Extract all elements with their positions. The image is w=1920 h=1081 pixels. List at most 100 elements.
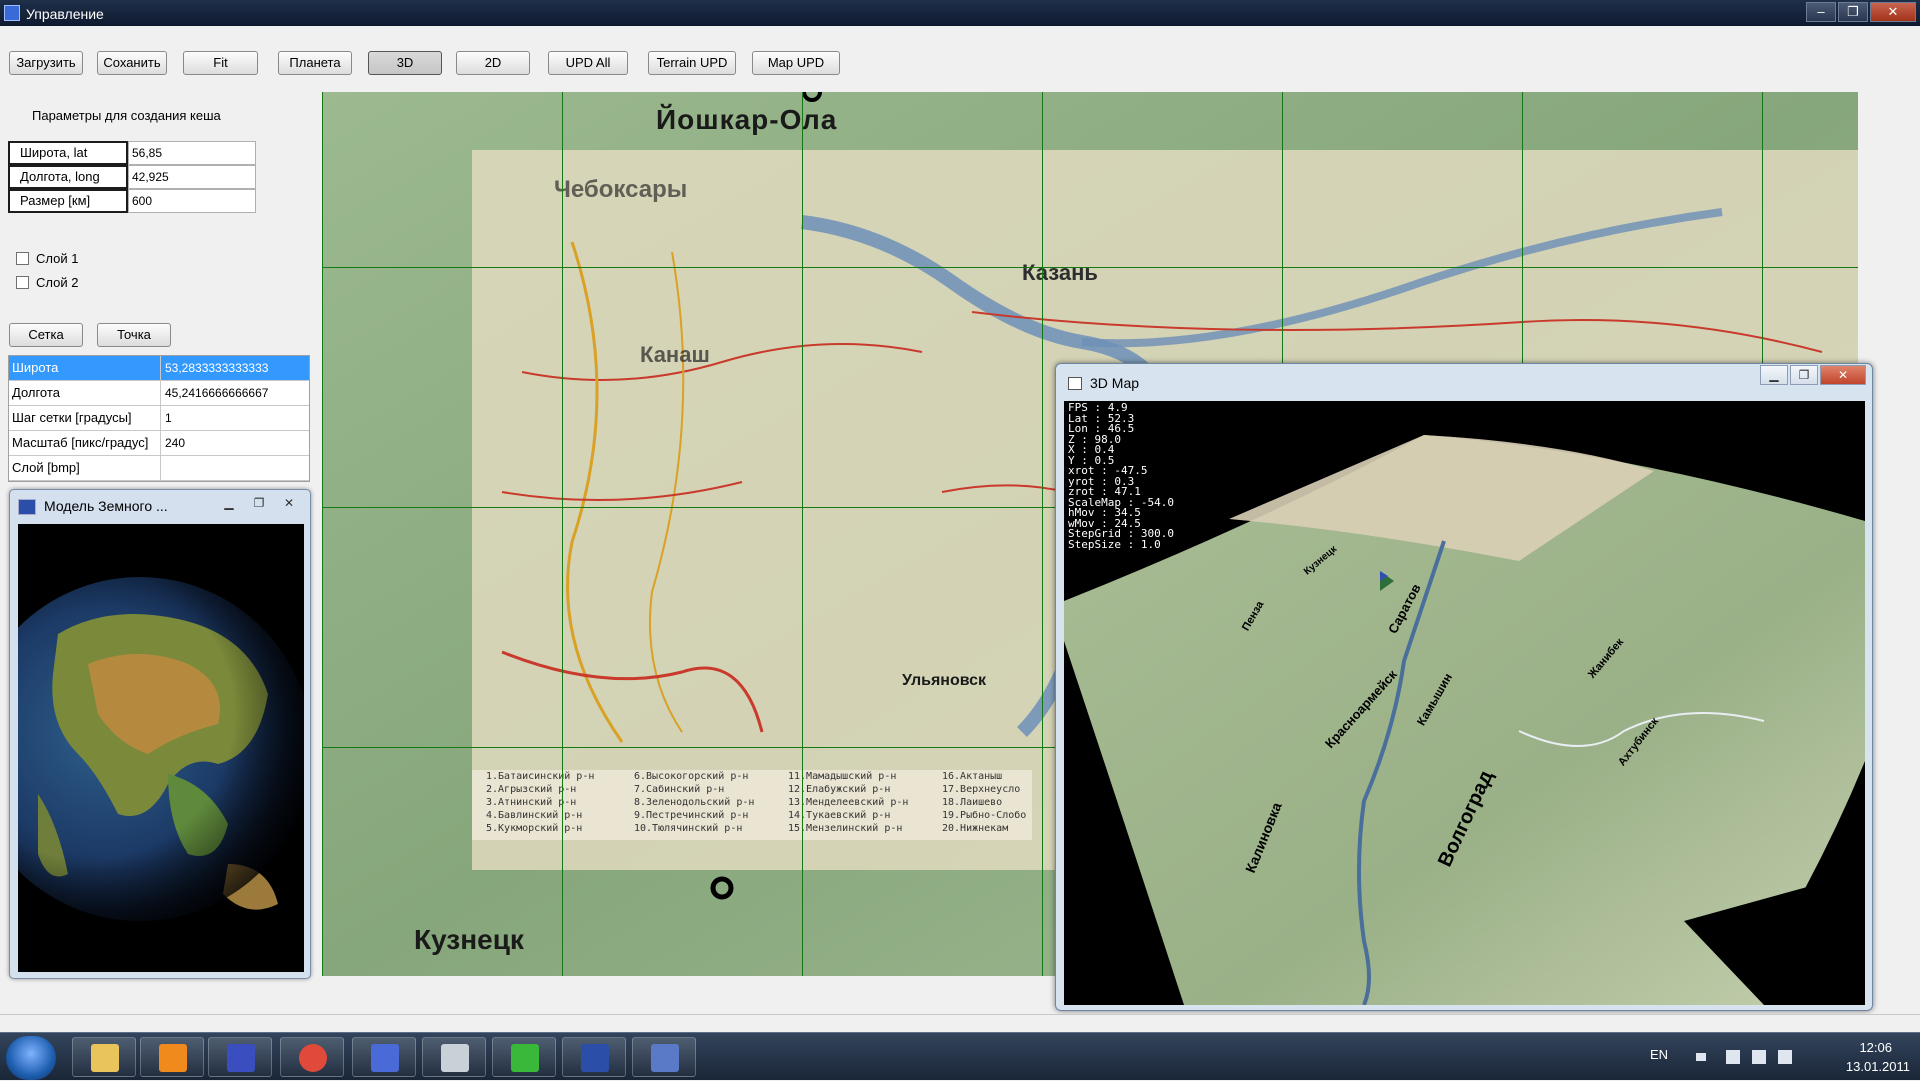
city-label-kazan: Казань <box>1022 260 1098 285</box>
taskbar-chrome[interactable] <box>280 1037 344 1077</box>
clock-time[interactable]: 12:06 <box>1859 1040 1892 1055</box>
earth-window-icon <box>18 499 36 515</box>
upd-all-button[interactable]: UPD All <box>548 51 628 75</box>
load-button[interactable]: Загрузить <box>9 51 83 75</box>
layer1-checkbox-box[interactable] <box>16 252 29 265</box>
map-upd-button[interactable]: Map UPD <box>752 51 840 75</box>
close-button[interactable]: ✕ <box>276 494 302 512</box>
grid-line <box>562 92 563 976</box>
close-button[interactable]: ✕ <box>1820 365 1866 385</box>
terrain-upd-button[interactable]: Terrain UPD <box>648 51 736 75</box>
earth-model-window[interactable]: Модель Земного ... ▁ ❐ ✕ <box>9 489 311 979</box>
lat-input[interactable]: 56,85 <box>128 141 256 165</box>
properties-table: Широта 53,2833333333333 Долгота 45,24166… <box>8 355 310 482</box>
layer1-label: Слой 1 <box>36 251 79 266</box>
legend-item: 17.Верхнеусло <box>942 784 1021 795</box>
layer2-label: Слой 2 <box>36 275 79 290</box>
taskbar-app-3[interactable] <box>562 1037 626 1077</box>
tray-expand-icon[interactable] <box>1696 1053 1706 1061</box>
table-row[interactable]: Долгота 45,2416666666667 <box>9 381 309 406</box>
legend-item: 3.Атнинский р-н <box>486 797 577 808</box>
table-row[interactable]: Широта 53,2833333333333 <box>9 356 309 381</box>
minimize-button[interactable]: ▁ <box>216 494 242 512</box>
prop-value[interactable]: 240 <box>162 431 310 455</box>
media-player-icon <box>159 1044 187 1072</box>
terrain-surface <box>1064 435 1865 1005</box>
earth-window-title: Модель Земного ... <box>44 498 168 514</box>
folder-icon <box>91 1044 119 1072</box>
floppy-icon <box>227 1044 255 1072</box>
map3d-window-icon <box>1068 377 1082 390</box>
save-button[interactable]: Соханить <box>97 51 167 75</box>
legend-item: 9.Пестречинский р-н <box>634 810 749 821</box>
map-3d-window[interactable]: 3D Map ▁ ❐ ✕ Саратов Волгоград Красноарм… <box>1055 363 1873 1011</box>
city-label-yoshkar-ola: Йошкар-Ола <box>656 104 838 135</box>
maximize-button[interactable]: ❐ <box>246 494 272 512</box>
legend-item: 15.Мензелинский р-н <box>788 823 903 834</box>
legend-item: 7.Сабинский р-н <box>634 784 725 795</box>
prop-value[interactable] <box>162 456 310 480</box>
taskbar-calculator[interactable] <box>422 1037 486 1077</box>
grid-line <box>1042 92 1043 976</box>
taskbar-app-4[interactable] <box>632 1037 696 1077</box>
3d-button[interactable]: 3D <box>368 51 442 75</box>
maximize-button[interactable]: ❐ <box>1790 365 1818 385</box>
legend-item: 12.Елабужский р-н <box>788 784 891 795</box>
taskbar-explorer[interactable] <box>72 1037 136 1077</box>
taskbar-save-app[interactable] <box>208 1037 272 1077</box>
layer2-checkbox-box[interactable] <box>16 276 29 289</box>
stat-value: 1.0 <box>1140 537 1161 551</box>
earth-window-controls: ▁ ❐ ✕ <box>216 494 302 512</box>
legend-item: 16.Актаныш <box>942 771 1003 782</box>
lon-input[interactable]: 42,925 <box>128 165 256 189</box>
app-icon <box>4 5 20 21</box>
legend-item: 8.Зеленодольский р-н <box>634 797 755 808</box>
app-icon <box>371 1044 399 1072</box>
fit-button[interactable]: Fit <box>183 51 258 75</box>
prop-value[interactable]: 53,2833333333333 <box>162 356 310 380</box>
grid-line <box>802 92 803 976</box>
planet-button[interactable]: Планета <box>278 51 352 75</box>
close-button[interactable]: ✕ <box>1870 2 1916 22</box>
language-indicator[interactable]: EN <box>1650 1047 1668 1062</box>
start-button[interactable] <box>6 1036 56 1080</box>
point-button[interactable]: Точка <box>97 323 171 347</box>
action-center-flag-icon[interactable] <box>1726 1050 1740 1064</box>
city-label-cheboksary: Чебоксары <box>554 176 688 203</box>
size-input[interactable]: 600 <box>128 189 256 213</box>
taskbar: EN 12:06 13.01.2011 <box>0 1032 1920 1080</box>
minimize-button[interactable]: ‒ <box>1806 2 1836 22</box>
network-icon[interactable] <box>1752 1050 1766 1064</box>
earth-globe-view[interactable] <box>18 524 304 972</box>
table-row[interactable]: Шаг сетки [градусы] 1 <box>9 406 309 431</box>
legend-item: 5.Кукморский р-н <box>486 823 583 834</box>
calculator-icon <box>441 1044 469 1072</box>
map-district-legend: 1.Батаисинский р-н 2.Агрызский р-н 3.Атн… <box>486 770 1026 836</box>
prop-value[interactable]: 45,2416666666667 <box>162 381 310 405</box>
clock-date[interactable]: 13.01.2011 <box>1846 1059 1910 1074</box>
minimize-button[interactable]: ▁ <box>1760 365 1788 385</box>
grid-line <box>322 92 323 976</box>
globe-image <box>18 577 304 921</box>
prop-key: Шаг сетки [градусы] <box>9 406 161 430</box>
city-label-kuznetsk: Кузнецк <box>414 924 524 955</box>
taskbar-app-1[interactable] <box>352 1037 416 1077</box>
taskbar-media-player[interactable] <box>140 1037 204 1077</box>
grid-button[interactable]: Сетка <box>9 323 83 347</box>
map-3d-view[interactable]: Саратов Волгоград Красноармейск Камышин … <box>1064 401 1865 1005</box>
table-row[interactable]: Масштаб [пикс/градус] 240 <box>9 431 309 456</box>
legend-item: 11.Мамадышский р-н <box>788 771 897 782</box>
legend-item: 4.Бавлинский р-н <box>486 810 583 821</box>
stat-row: StepSize : 1.0 <box>1068 537 1161 551</box>
volume-icon[interactable] <box>1778 1050 1792 1064</box>
city-label-kanash: Канаш <box>640 342 710 367</box>
window-title: Управление <box>26 6 104 22</box>
taskbar-app-2[interactable] <box>492 1037 556 1077</box>
prop-value[interactable]: 1 <box>162 406 310 430</box>
stat-key: StepSize <box>1068 537 1121 551</box>
table-row[interactable]: Слой [bmp] <box>9 456 309 481</box>
maximize-button[interactable]: ❐ <box>1838 2 1868 22</box>
city-label-ulyanovsk: Ульяновск <box>902 672 987 689</box>
prop-key: Долгота <box>9 381 161 405</box>
2d-button[interactable]: 2D <box>456 51 530 75</box>
